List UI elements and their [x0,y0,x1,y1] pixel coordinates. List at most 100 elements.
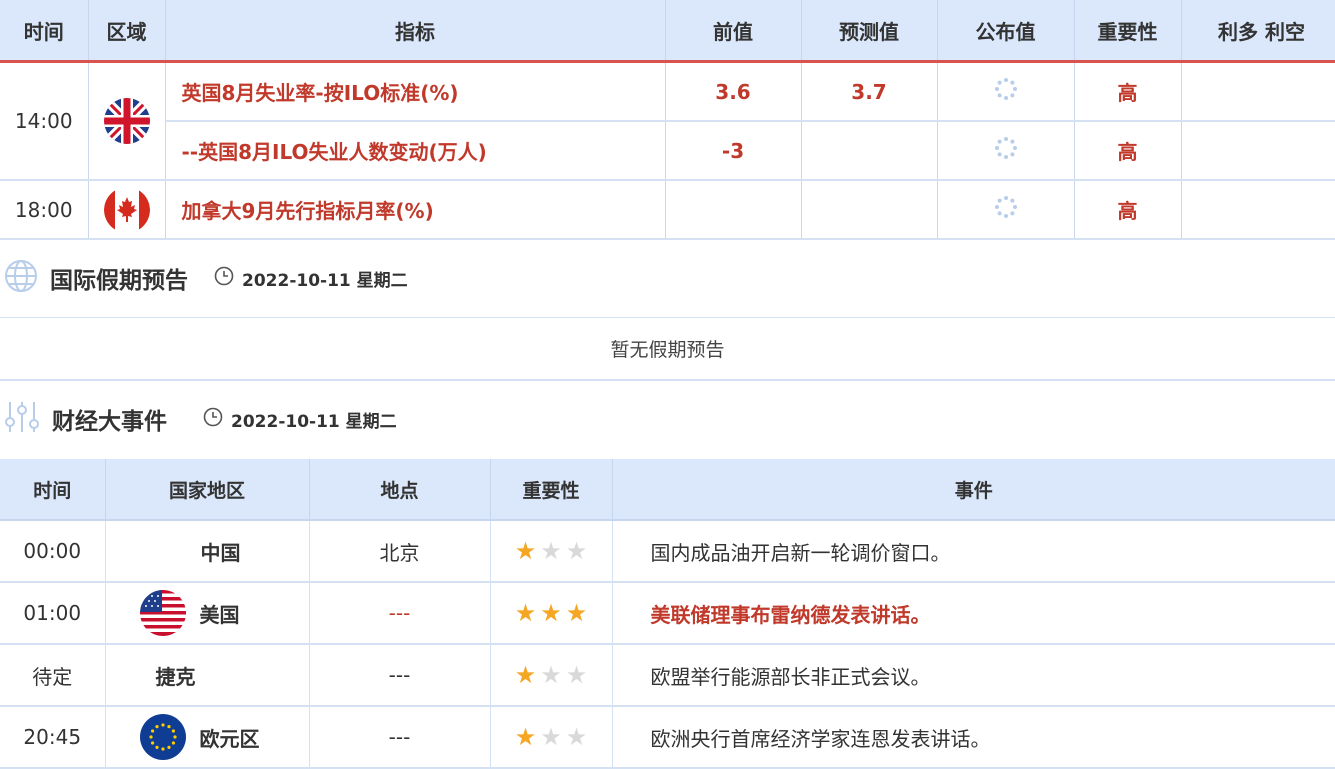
event-place: --- [309,582,491,645]
event-text[interactable]: 欧盟举行能源部长非正式会议。 [612,644,1335,707]
event-importance: ★ ★ ★ [490,520,613,583]
event-country-cell: 中国 [105,520,310,583]
col-region: 区域 [88,0,166,63]
events-title: 财经大事件 [52,409,167,435]
canada-flag-icon [103,186,150,233]
indicator-forecast [801,121,938,181]
star-icon: ★ [514,722,537,751]
indicator-actual [937,121,1075,181]
indicator-name[interactable]: --英国8月ILO失业人数变动(万人) [165,121,666,181]
star-icon: ★ [540,722,562,751]
eu-flag-icon [139,714,186,760]
loading-spinner-icon [994,195,1018,224]
holidays-empty-text: 暂无假期预告 [610,339,725,361]
star-icon: ★ [514,536,537,565]
event-time: 20:45 [0,706,106,769]
event-country-cell: 欧元区 [105,706,310,769]
event-place: --- [309,706,491,769]
holidays-date: 2022-10-11 星期二 [214,266,408,291]
event-text[interactable]: 国内成品油开启新一轮调价窗口。 [612,520,1335,583]
indicator-importance: 高 [1074,180,1182,240]
sliders-icon [4,400,40,438]
star-icon: ★ [540,598,562,627]
holidays-empty: 暂无假期预告 [0,317,1335,381]
holidays-header: 国际假期预告 2022-10-11 星期二 [0,248,1335,308]
indicator-previous: 3.6 [665,61,802,122]
uk-flag-icon [103,98,150,144]
indicator-importance: 高 [1074,61,1182,122]
indicator-name[interactable]: 加拿大9月先行指标月率(%) [165,180,666,240]
event-country-cell: 美国 [105,582,310,645]
indicator-impact [1181,121,1335,181]
indicator-importance: 高 [1074,121,1182,181]
indicator-time: 18:00 [0,180,89,240]
col-previous: 前值 [665,0,802,63]
indicator-row[interactable]: --英国8月ILO失业人数变动(万人) -3 高 [0,121,1335,181]
event-time: 00:00 [0,520,106,583]
event-text[interactable]: 美联储理事布雷纳德发表讲话。 [612,582,1335,645]
clock-icon [214,266,234,291]
event-importance: ★ ★ ★ [490,644,613,707]
col-indicator: 指标 [165,0,666,63]
star-icon: ★ [565,722,588,751]
indicator-forecast: 3.7 [801,61,938,122]
event-row[interactable]: 20:45 欧元区 --- ★ ★ ★ 欧洲央行首席经济学家连恩发表讲话。 [0,706,1335,769]
event-row[interactable]: 待定 捷克 --- ★ ★ ★ 欧盟举行能源部长非正式会议。 [0,644,1335,707]
indicator-impact [1181,61,1335,122]
star-icon: ★ [565,598,588,627]
indicator-actual [937,180,1075,240]
loading-spinner-icon [994,77,1018,106]
event-place: 北京 [309,520,491,583]
indicator-name[interactable]: 英国8月失业率-按ILO标准(%) [165,61,666,122]
event-importance: ★ ★ ★ [490,582,613,645]
event-text[interactable]: 欧洲央行首席经济学家连恩发表讲话。 [612,706,1335,769]
indicators-table: 时间 区域 指标 前值 预测值 公布值 重要性 利多 利空 14:00 英国8月… [0,0,1335,240]
indicator-previous: -3 [665,121,802,181]
col-actual: 公布值 [937,0,1075,63]
event-country: 美国 [199,602,240,627]
event-row[interactable]: 01:00 美国 --- ★ ★ ★ 美联储理事布雷纳德发表讲话。 [0,582,1335,645]
indicator-time: 14:00 [0,61,89,181]
col-time: 时间 [0,0,89,63]
indicator-row[interactable]: 18:00 加拿大9月先行指标月率(%) 高 [0,180,1335,240]
col-event: 事件 [612,459,1335,521]
col-country: 国家地区 [105,459,310,521]
star-rating: ★ ★ ★ [515,601,588,625]
star-icon: ★ [565,536,588,565]
loading-spinner-icon [994,136,1018,165]
event-row[interactable]: 00:00 中国 北京 ★ ★ ★ 国内成品油开启新一轮调价窗口。 [0,520,1335,583]
star-icon: ★ [540,660,562,689]
event-country: 中国 [200,540,241,565]
star-rating: ★ ★ ★ [515,539,588,563]
events-header: 财经大事件 2022-10-11 星期二 [0,389,1335,449]
indicator-row[interactable]: 14:00 英国8月失业率-按ILO标准(%) 3.6 3.7 高 [0,61,1335,181]
holidays-date-text: 2022-10-11 星期二 [242,270,408,291]
col-forecast: 预测值 [801,0,938,63]
star-rating: ★ ★ ★ [515,663,588,687]
clock-icon [203,407,223,432]
indicators-header-row: 时间 区域 指标 前值 预测值 公布值 重要性 利多 利空 [0,0,1335,63]
event-time: 01:00 [0,582,106,645]
star-icon: ★ [540,536,562,565]
star-icon: ★ [514,660,537,689]
events-header-row: 时间 国家地区 地点 重要性 事件 [0,459,1335,521]
event-country: 欧元区 [199,726,260,751]
star-rating: ★ ★ ★ [515,725,588,749]
events-date-text: 2022-10-11 星期二 [231,411,397,432]
col-importance: 重要性 [1074,0,1182,63]
star-icon: ★ [565,660,588,689]
globe-icon [4,259,38,297]
indicator-previous [665,180,802,240]
us-flag-icon [139,590,186,636]
event-country-cell: 捷克 [105,644,310,707]
indicator-actual [937,61,1075,122]
indicator-forecast [801,180,938,240]
col-importance: 重要性 [490,459,613,521]
events-table: 时间 国家地区 地点 重要性 事件 00:00 中国 北京 ★ ★ ★ 国内成品… [0,459,1335,769]
region-cell [88,61,166,181]
region-cell [88,180,166,240]
col-time: 时间 [0,459,106,521]
event-place: --- [309,644,491,707]
col-place: 地点 [309,459,491,521]
star-icon: ★ [514,598,537,627]
